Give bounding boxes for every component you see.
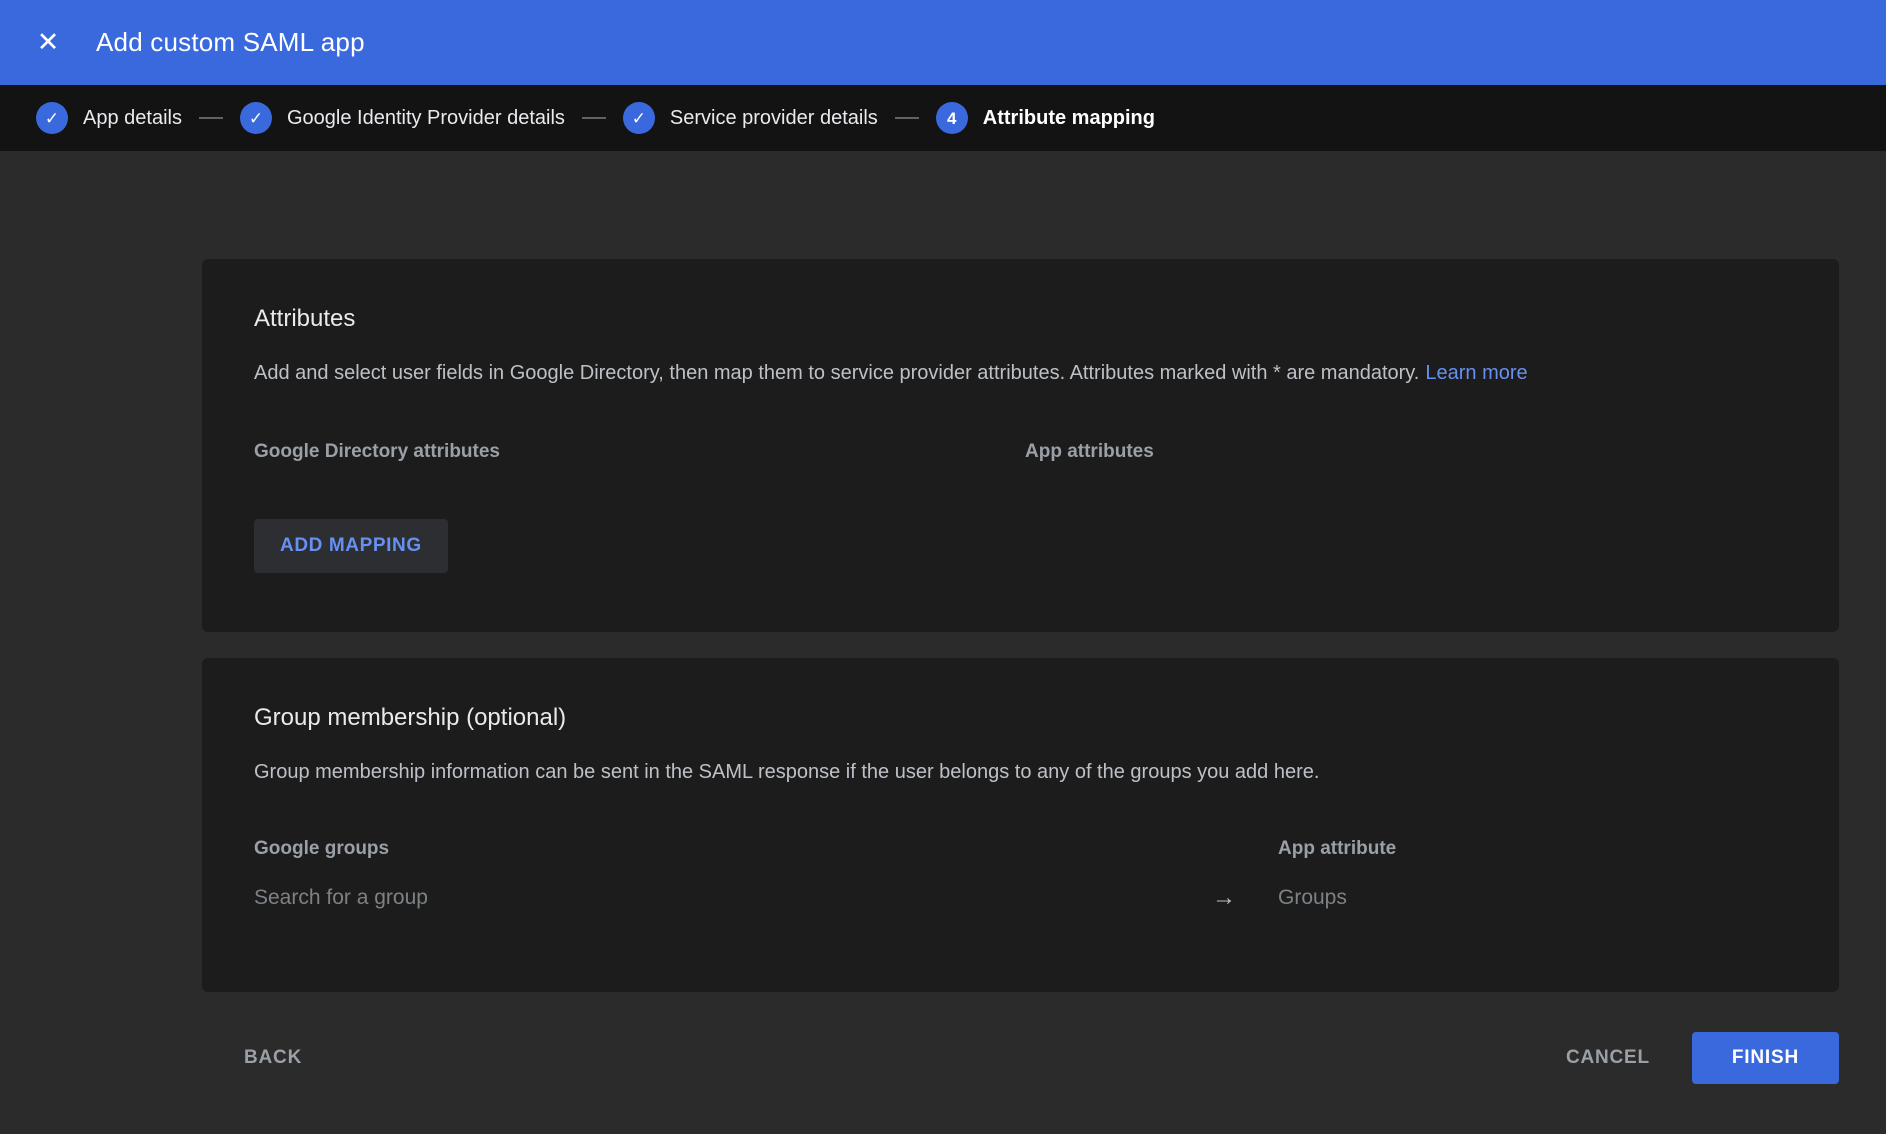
step-connector bbox=[582, 117, 606, 119]
step-complete-circle: ✓ bbox=[623, 102, 655, 134]
step-service-provider-details[interactable]: ✓ Service provider details bbox=[623, 102, 878, 134]
step-connector bbox=[895, 117, 919, 119]
step-number-circle: 4 bbox=[936, 102, 968, 134]
check-icon: ✓ bbox=[45, 110, 59, 127]
arrow-right-icon: → bbox=[1194, 886, 1278, 910]
step-label: Attribute mapping bbox=[983, 107, 1155, 130]
attributes-card: Attributes Add and select user fields in… bbox=[202, 259, 1839, 632]
step-complete-circle: ✓ bbox=[240, 102, 272, 134]
step-attribute-mapping[interactable]: 4 Attribute mapping bbox=[936, 102, 1155, 134]
spacer bbox=[1194, 838, 1278, 860]
group-membership-title: Group membership (optional) bbox=[254, 704, 1787, 732]
main-content: Attributes Add and select user fields in… bbox=[0, 151, 1886, 1084]
google-directory-attributes-header: Google Directory attributes bbox=[254, 441, 1025, 463]
group-mapping-row: → bbox=[254, 886, 1787, 910]
close-button[interactable]: ✕ bbox=[24, 19, 72, 67]
attributes-description: Add and select user fields in Google Dir… bbox=[254, 359, 1787, 387]
back-button[interactable]: BACK bbox=[226, 1033, 320, 1083]
group-search-input[interactable] bbox=[254, 886, 1194, 910]
step-google-idp-details[interactable]: ✓ Google Identity Provider details bbox=[240, 102, 565, 134]
stepper: ✓ App details ✓ Google Identity Provider… bbox=[0, 85, 1886, 151]
step-label: Service provider details bbox=[670, 107, 878, 130]
check-icon: ✓ bbox=[632, 110, 646, 127]
attributes-description-text: Add and select user fields in Google Dir… bbox=[254, 362, 1419, 384]
app-attributes-header: App attributes bbox=[1025, 441, 1787, 463]
group-column-headers: Google groups App attribute bbox=[254, 838, 1787, 860]
dialog-title: Add custom SAML app bbox=[96, 27, 365, 58]
step-label: App details bbox=[83, 107, 182, 130]
step-app-details[interactable]: ✓ App details bbox=[36, 102, 182, 134]
step-complete-circle: ✓ bbox=[36, 102, 68, 134]
group-membership-card: Group membership (optional) Group member… bbox=[202, 658, 1839, 992]
dialog-header: ✕ Add custom SAML app bbox=[0, 0, 1886, 85]
app-attribute-input[interactable] bbox=[1278, 886, 1787, 910]
step-number: 4 bbox=[947, 110, 956, 127]
step-connector bbox=[199, 117, 223, 119]
google-groups-header: Google groups bbox=[254, 838, 1194, 860]
close-icon: ✕ bbox=[37, 29, 60, 56]
attributes-title: Attributes bbox=[254, 305, 1787, 333]
check-icon: ✓ bbox=[249, 110, 263, 127]
group-membership-description: Group membership information can be sent… bbox=[254, 758, 1787, 786]
footer-actions: BACK CANCEL FINISH bbox=[202, 1032, 1839, 1084]
app-attribute-header: App attribute bbox=[1278, 838, 1787, 860]
finish-button[interactable]: FINISH bbox=[1692, 1032, 1839, 1084]
step-label: Google Identity Provider details bbox=[287, 107, 565, 130]
learn-more-link[interactable]: Learn more bbox=[1425, 362, 1527, 384]
add-mapping-button[interactable]: ADD MAPPING bbox=[254, 519, 448, 573]
cancel-button[interactable]: CANCEL bbox=[1548, 1033, 1668, 1083]
attributes-column-headers: Google Directory attributes App attribut… bbox=[254, 441, 1787, 463]
